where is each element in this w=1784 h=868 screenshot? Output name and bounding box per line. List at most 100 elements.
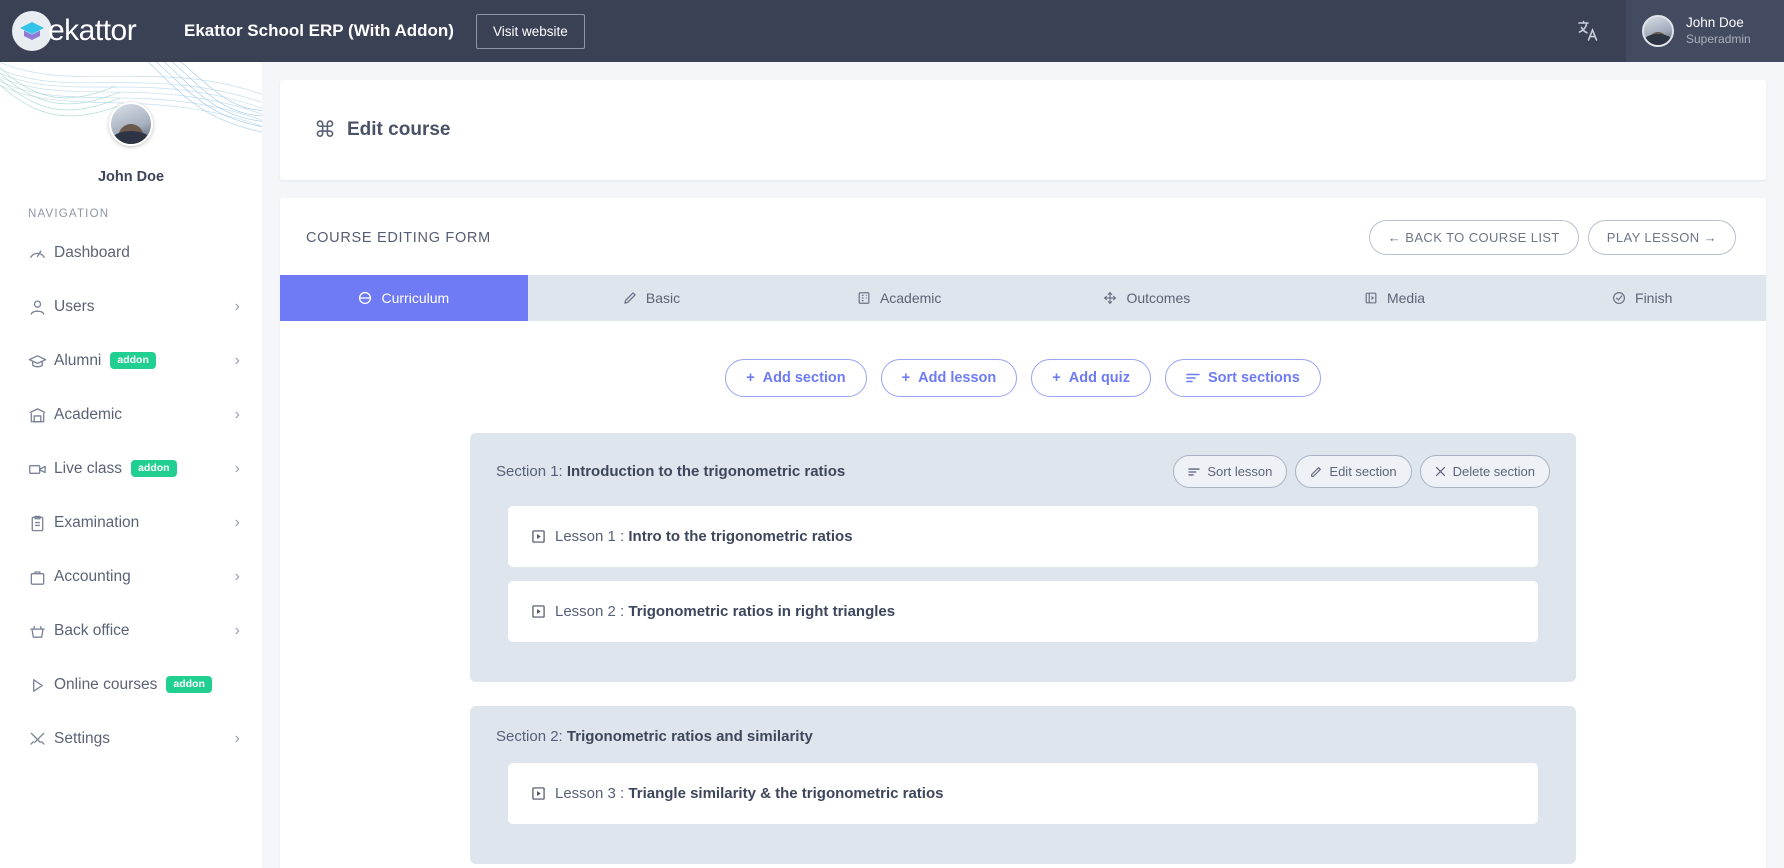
sidebar-item-online-courses[interactable]: Online courses addon	[0, 658, 262, 712]
edit-section-button[interactable]: Edit section	[1295, 455, 1411, 488]
sidebar-item-label: Online courses	[54, 676, 157, 694]
play-box-icon	[532, 605, 545, 618]
play-box-icon	[532, 530, 545, 543]
sidebar-item-label: Accounting	[54, 568, 131, 586]
tab-basic[interactable]: Basic	[528, 275, 776, 321]
section-prefix: Section 1:	[496, 463, 567, 480]
form-header-actions: ← BACK TO COURSE LIST PLAY LESSON →	[1369, 220, 1736, 255]
lesson-prefix: Lesson 2 :	[555, 603, 628, 620]
sort-lesson-button[interactable]: Sort lesson	[1173, 455, 1287, 488]
user-name: John Doe	[1686, 15, 1751, 32]
sort-icon	[1186, 372, 1200, 384]
section-card: Section 2: Trigonometric ratios and simi…	[470, 706, 1576, 864]
lesson-row[interactable]: Lesson 1 : Intro to the trigonometric ra…	[508, 506, 1538, 567]
avatar	[1642, 15, 1674, 47]
button-label: Sort lesson	[1207, 464, 1272, 479]
chevron-right-icon: ›	[235, 353, 240, 369]
tab-label: Media	[1387, 290, 1425, 306]
section-header: Section 1: Introduction to the trigonome…	[470, 433, 1576, 506]
tab-finish[interactable]: Finish	[1518, 275, 1766, 321]
delete-section-button[interactable]: Delete section	[1420, 455, 1550, 488]
sidebar-item-back-office[interactable]: Back office ›	[0, 604, 262, 658]
section-name: Introduction to the trigonometric ratios	[567, 463, 845, 480]
addon-badge: addon	[131, 460, 177, 477]
basket-icon	[28, 622, 54, 641]
sidebar-profile-header: John Doe	[0, 62, 262, 184]
tab-label: Finish	[1635, 290, 1672, 306]
plus-icon: +	[746, 370, 754, 386]
add-lesson-button[interactable]: + Add lesson	[881, 359, 1018, 397]
chevron-right-icon: ›	[235, 623, 240, 639]
sidebar-user-name: John Doe	[0, 169, 262, 184]
pen-icon	[623, 291, 637, 305]
sidebar-avatar	[109, 102, 153, 146]
briefcase-icon	[28, 568, 54, 587]
video-camera-icon	[28, 460, 54, 479]
tab-academic[interactable]: Academic	[775, 275, 1023, 321]
command-icon: ⌘	[314, 119, 336, 141]
sidebar: John Doe NAVIGATION Dashboard Users › Al…	[0, 62, 262, 868]
button-label: Add lesson	[918, 370, 996, 386]
sidebar-item-live-class[interactable]: Live class addon ›	[0, 442, 262, 496]
play-box-icon	[532, 787, 545, 800]
plus-icon: +	[1052, 370, 1060, 386]
lesson-row[interactable]: Lesson 3 : Triangle similarity & the tri…	[508, 763, 1538, 824]
lesson-row[interactable]: Lesson 2 : Trigonometric ratios in right…	[508, 581, 1538, 642]
user-profile-menu[interactable]: John Doe Superadmin	[1626, 0, 1784, 62]
speedometer-icon	[28, 244, 54, 263]
top-bar-right: John Doe Superadmin	[1550, 0, 1784, 62]
translate-icon[interactable]	[1550, 0, 1626, 62]
tab-label: Basic	[646, 290, 680, 306]
lesson-prefix: Lesson 3 :	[555, 785, 628, 802]
close-icon	[1435, 466, 1446, 477]
app-title: Ekattor School ERP (With Addon)	[184, 21, 454, 41]
play-triangle-icon	[28, 676, 54, 695]
curriculum-actions: + Add section + Add lesson + Add quiz	[280, 359, 1766, 397]
visit-website-button[interactable]: Visit website	[476, 14, 585, 49]
sidebar-item-label: Back office	[54, 622, 130, 640]
button-label: Sort sections	[1208, 370, 1300, 386]
addon-badge: addon	[166, 676, 212, 693]
sidebar-item-examination[interactable]: Examination ›	[0, 496, 262, 550]
add-quiz-button[interactable]: + Add quiz	[1031, 359, 1151, 397]
form-header: COURSE EDITING FORM ← BACK TO COURSE LIS…	[280, 198, 1766, 275]
user-role: Superadmin	[1686, 32, 1751, 47]
section-title: Section 1: Introduction to the trigonome…	[496, 463, 845, 480]
sidebar-item-accounting[interactable]: Accounting ›	[0, 550, 262, 604]
sidebar-item-dashboard[interactable]: Dashboard	[0, 226, 262, 280]
sort-sections-button[interactable]: Sort sections	[1165, 359, 1321, 397]
sidebar-item-label: Dashboard	[54, 244, 130, 262]
tab-media[interactable]: Media	[1271, 275, 1519, 321]
back-to-course-list-button[interactable]: ← BACK TO COURSE LIST	[1369, 220, 1579, 255]
play-lesson-button[interactable]: PLAY LESSON →	[1588, 220, 1736, 255]
chevron-right-icon: ›	[235, 569, 240, 585]
tab-outcomes[interactable]: Outcomes	[1023, 275, 1271, 321]
graduation-cap-icon	[12, 11, 52, 51]
graduation-cap-icon	[28, 352, 54, 371]
tab-curriculum[interactable]: Curriculum	[280, 275, 528, 321]
sidebar-item-label: Live class	[54, 460, 122, 478]
page-title: Edit course	[347, 119, 450, 141]
section-actions: Sort lesson Edit section	[1173, 455, 1550, 488]
sidebar-item-settings[interactable]: Settings ›	[0, 712, 262, 766]
pencil-icon	[1310, 466, 1322, 478]
page-header-card: ⌘ Edit course	[280, 80, 1766, 180]
brand-name: ekattor	[48, 14, 136, 48]
sidebar-item-academic[interactable]: Academic ›	[0, 388, 262, 442]
section-title: Section 2: Trigonometric ratios and simi…	[496, 728, 813, 745]
media-icon	[1364, 291, 1378, 305]
button-label: Edit section	[1329, 464, 1396, 479]
sidebar-item-alumni[interactable]: Alumni addon ›	[0, 334, 262, 388]
lesson-label: Lesson 1 : Intro to the trigonometric ra…	[555, 528, 853, 545]
chevron-right-icon: ›	[235, 407, 240, 423]
form-tabs: Curriculum Basic Academic	[280, 275, 1766, 321]
add-section-button[interactable]: + Add section	[725, 359, 866, 397]
section-header: Section 2: Trigonometric ratios and simi…	[470, 706, 1576, 763]
brand-logo[interactable]: ekattor	[12, 11, 160, 51]
sidebar-item-users[interactable]: Users ›	[0, 280, 262, 334]
user-icon	[28, 298, 54, 317]
top-bar: ekattor Ekattor School ERP (With Addon) …	[0, 0, 1784, 62]
tab-label: Curriculum	[381, 290, 449, 306]
lesson-title: Intro to the trigonometric ratios	[628, 528, 852, 545]
sidebar-item-label: Alumni	[54, 352, 101, 370]
